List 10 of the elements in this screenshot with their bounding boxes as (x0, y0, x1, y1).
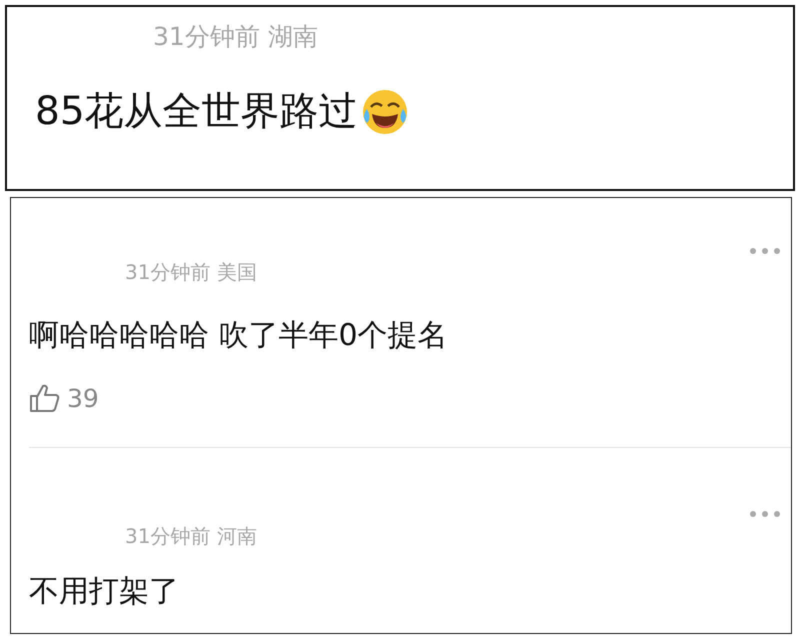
comment-meta: 31分钟前 河南 (125, 523, 258, 550)
comment-meta: 31分钟前 湖南 (153, 21, 319, 53)
comment-text: 85花从全世界路过 (35, 88, 358, 136)
like-count: 39 (67, 384, 99, 412)
comment-meta: 31分钟前 美国 (125, 259, 258, 286)
comment-text: 啊哈哈哈哈哈 吹了半年0个提名 (29, 317, 449, 355)
thumbs-up-icon[interactable] (29, 383, 61, 413)
more-icon[interactable] (749, 247, 781, 255)
more-icon[interactable] (749, 510, 781, 518)
comment-text: 不用打架了 (29, 573, 180, 611)
